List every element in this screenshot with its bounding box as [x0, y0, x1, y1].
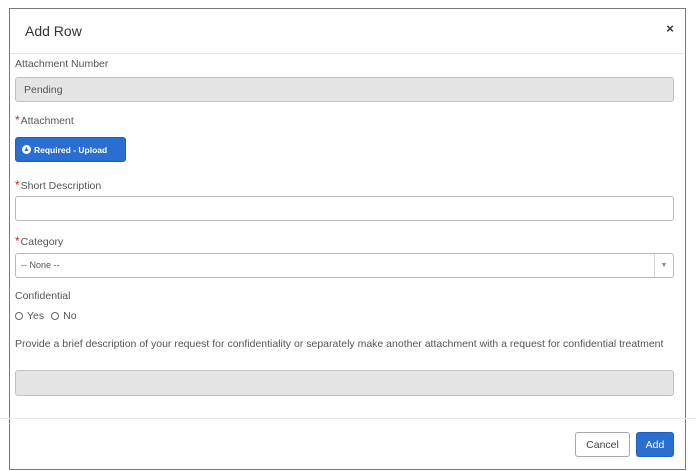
short-description-input[interactable] [15, 196, 674, 221]
confidential-radio-group: Yes No [15, 310, 84, 322]
dialog-title: Add Row [25, 23, 82, 39]
dialog-header: Add Row × [10, 9, 685, 54]
short-description-label-text: Short Description [20, 180, 102, 192]
confidential-description-label: Provide a brief description of your requ… [15, 338, 664, 350]
confidential-description-field [15, 370, 674, 396]
dialog-footer [0, 418, 696, 419]
attachment-label: *Attachment [15, 113, 74, 127]
attachment-number-field [15, 77, 674, 102]
category-label-text: Category [20, 236, 64, 248]
upload-circle-icon: ▲ [22, 145, 31, 154]
attachment-number-label: Attachment Number [15, 58, 109, 70]
confidential-yes-radio[interactable] [15, 312, 23, 320]
category-label: *Category [15, 234, 63, 248]
required-marker: * [15, 178, 20, 192]
chevron-down-icon: ▼ [654, 254, 673, 277]
confidential-label: Confidential [15, 290, 71, 302]
upload-button[interactable]: ▲ Required - Upload [15, 137, 126, 162]
upload-button-label: Required - Upload [34, 144, 108, 155]
attachment-label-text: Attachment [20, 115, 74, 127]
confidential-no-label: No [63, 310, 77, 322]
category-selected-value: -- None -- [21, 260, 60, 270]
add-button[interactable]: Add [636, 432, 674, 457]
short-description-label: *Short Description [15, 178, 101, 192]
confidential-yes-label: Yes [27, 310, 45, 322]
category-select[interactable]: -- None -- ▼ [15, 253, 674, 278]
required-marker: * [15, 234, 20, 248]
close-icon[interactable]: × [663, 22, 677, 36]
confidential-no-radio[interactable] [51, 312, 60, 320]
required-marker: * [15, 113, 20, 127]
cancel-button[interactable]: Cancel [575, 432, 630, 457]
